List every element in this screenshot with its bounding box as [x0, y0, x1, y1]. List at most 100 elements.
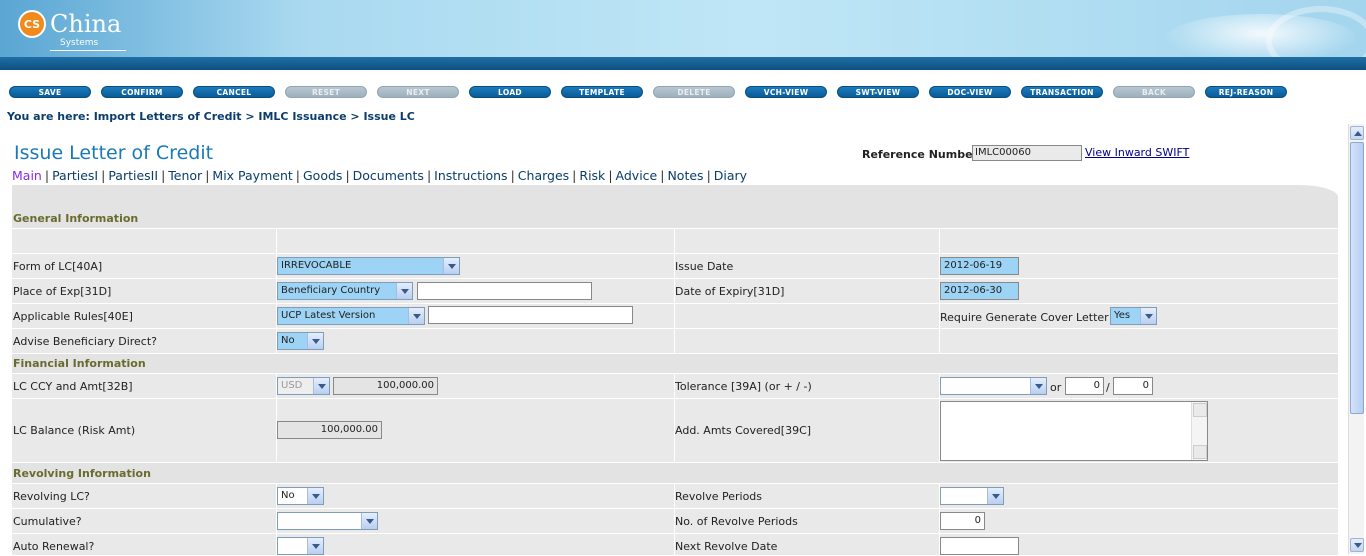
delete-button[interactable]: DELETE: [653, 86, 735, 98]
auto-renewal-label: Auto Renewal?: [13, 540, 95, 553]
tab-notes[interactable]: Notes: [667, 168, 703, 183]
tab-separator: |: [345, 168, 350, 183]
chevron-down-icon: [1354, 543, 1362, 548]
row-auto-renewal: Auto Renewal? Next Revolve Date: [12, 534, 1338, 556]
tab-instructions[interactable]: Instructions: [434, 168, 507, 183]
cover-letter-select[interactable]: Yes: [1110, 307, 1157, 325]
tab-mix-payment[interactable]: Mix Payment: [212, 168, 292, 183]
scroll-down-button[interactable]: [1350, 538, 1364, 552]
next-revolve-date-field[interactable]: [940, 537, 1019, 555]
header-banner: CS China Systems: [0, 0, 1366, 70]
cell-divider: [674, 329, 675, 353]
china-systems-logo: CS China: [18, 10, 121, 38]
tolerance-select[interactable]: [940, 377, 1047, 395]
auto-renewal-select[interactable]: [277, 537, 324, 555]
place-of-exp-label: Place of Exp[31D]: [13, 285, 112, 298]
vch-view-button[interactable]: VCH-VIEW: [745, 86, 827, 98]
no-revolve-periods-field[interactable]: 0: [940, 512, 985, 530]
textarea-scrollbar[interactable]: [1191, 402, 1207, 460]
transaction-button[interactable]: TRANSACTION: [1021, 86, 1103, 98]
logo-subtitle: Systems: [60, 38, 99, 48]
reference-number-field[interactable]: IMLC00060: [972, 145, 1082, 161]
revolve-periods-select[interactable]: [940, 487, 1004, 505]
place-of-exp-select[interactable]: Beneficiary Country: [277, 282, 413, 300]
swt-view-button[interactable]: SWT-VIEW: [837, 86, 919, 98]
cancel-button[interactable]: CANCEL: [193, 86, 275, 98]
section-revolving-information: Revolving Information: [12, 463, 1338, 484]
tolerance-or-label: or: [1050, 381, 1062, 394]
tab-tenor[interactable]: Tenor: [168, 168, 202, 183]
tolerance-minus-field[interactable]: 0: [1113, 377, 1153, 395]
scroll-up-icon[interactable]: [1193, 403, 1207, 417]
cover-letter-value: Yes: [1114, 310, 1131, 321]
save-button[interactable]: SAVE: [9, 86, 91, 98]
tab-separator: |: [660, 168, 665, 183]
reset-button[interactable]: RESET: [285, 86, 367, 98]
tolerance-plus-field[interactable]: 0: [1065, 377, 1104, 395]
form-of-lc-value: IRREVOCABLE: [281, 260, 352, 271]
tab-advice[interactable]: Advice: [616, 168, 658, 183]
chevron-down-icon: [408, 308, 424, 324]
action-toolbar: SAVE CONFIRM CANCEL RESET NEXT LOAD TEMP…: [0, 70, 1366, 108]
add-amts-textarea[interactable]: [940, 401, 1208, 461]
scrollbar-thumb[interactable]: [1350, 142, 1364, 414]
tab-charges[interactable]: Charges: [518, 168, 569, 183]
tab-risk[interactable]: Risk: [579, 168, 605, 183]
revolving-lc-select[interactable]: No: [277, 487, 324, 505]
applicable-rules-text-field[interactable]: [428, 306, 633, 324]
section-financial-information: Financial Information: [12, 354, 1338, 374]
tab-main[interactable]: Main: [12, 168, 42, 183]
tolerance-label: Tolerance [39A] (or + / -): [675, 380, 812, 393]
row-form-of-lc: Form of LC[40A] IRREVOCABLE Issue Date 2…: [12, 254, 1338, 279]
tab-bar: Main | PartiesI | PartiesII | Tenor | Mix Paymen…: [12, 168, 747, 183]
doc-view-button[interactable]: DOC-VIEW: [929, 86, 1011, 98]
cs-logo-icon: CS: [18, 10, 46, 38]
date-of-expiry-field[interactable]: 2012-06-30: [940, 282, 1019, 300]
issue-date-label: Issue Date: [675, 260, 734, 273]
row-revolving-lc: Revolving LC? No Revolve Periods: [12, 484, 1338, 509]
place-of-exp-value: Beneficiary Country: [281, 285, 381, 296]
tab-separator: |: [161, 168, 166, 183]
form-of-lc-label: Form of LC[40A]: [13, 260, 103, 273]
advise-direct-select[interactable]: No: [277, 332, 324, 350]
lc-amount-field[interactable]: 100,000.00: [333, 377, 438, 395]
form-of-lc-select[interactable]: IRREVOCABLE: [277, 257, 460, 275]
page-scrollbar[interactable]: [1348, 124, 1364, 554]
tab-separator: |: [295, 168, 300, 183]
tab-diary[interactable]: Diary: [714, 168, 747, 183]
view-inward-swift-link[interactable]: View Inward SWIFT: [1085, 146, 1189, 159]
chevron-down-icon: [307, 538, 323, 554]
confirm-button[interactable]: CONFIRM: [101, 86, 183, 98]
cumulative-select[interactable]: [277, 512, 378, 530]
revolve-periods-label: Revolve Periods: [675, 490, 763, 503]
next-revolve-date-label: Next Revolve Date: [675, 540, 778, 553]
issue-date-field[interactable]: 2012-06-19: [940, 257, 1019, 275]
revolving-lc-label: Revolving LC?: [13, 490, 90, 503]
row-lc-balance: LC Balance (Risk Amt) 100,000.00 Add. Am…: [12, 399, 1338, 463]
tab-separator: |: [572, 168, 577, 183]
scroll-down-icon[interactable]: [1193, 445, 1207, 459]
currency-select[interactable]: USD: [277, 377, 330, 395]
tab-documents[interactable]: Documents: [353, 168, 424, 183]
tab-parties-ii[interactable]: PartiesII: [108, 168, 158, 183]
lc-balance-label: LC Balance (Risk Amt): [13, 424, 136, 437]
load-button[interactable]: LOAD: [469, 86, 551, 98]
row-applicable-rules: Applicable Rules[40E] UCP Latest Version…: [12, 304, 1338, 329]
next-button[interactable]: NEXT: [377, 86, 459, 98]
chevron-down-icon: [1030, 378, 1046, 394]
scroll-up-button[interactable]: [1350, 126, 1364, 140]
lc-balance-field[interactable]: 100,000.00: [277, 421, 382, 439]
lc-ccy-amt-label: LC CCY and Amt[32B]: [13, 380, 133, 393]
tab-parties-i[interactable]: PartiesI: [52, 168, 98, 183]
tab-separator: |: [510, 168, 515, 183]
tab-goods[interactable]: Goods: [303, 168, 342, 183]
place-of-exp-text-field[interactable]: [417, 282, 592, 300]
breadcrumb: You are here: Import Letters of Credit >…: [7, 110, 415, 123]
cell-divider: [674, 229, 675, 253]
back-button[interactable]: BACK: [1113, 86, 1195, 98]
cell-divider: [939, 329, 940, 353]
template-button[interactable]: TEMPLATE: [561, 86, 643, 98]
rej-reason-button[interactable]: REJ-REASON: [1205, 86, 1287, 98]
chevron-down-icon: [361, 513, 377, 529]
applicable-rules-select[interactable]: UCP Latest Version: [277, 307, 425, 325]
